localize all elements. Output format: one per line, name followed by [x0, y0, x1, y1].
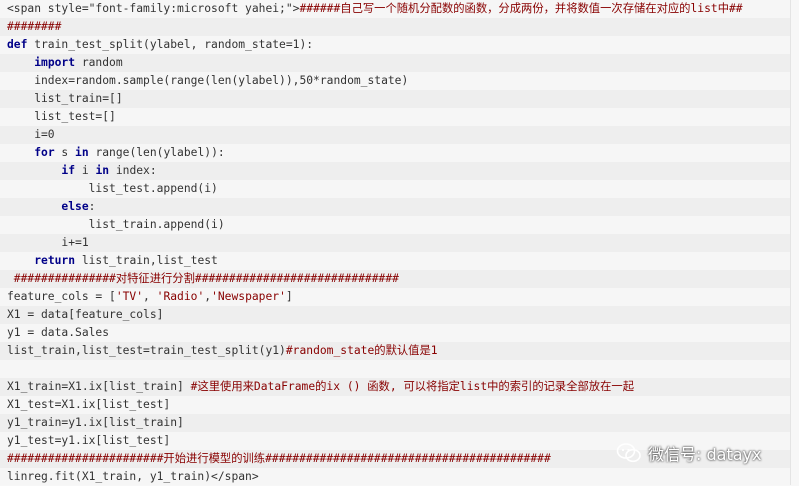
code-line: list_test.append(i) — [7, 180, 218, 198]
code-line: list_test=[] — [7, 108, 116, 126]
code-token: list_train.append(i) — [7, 218, 225, 231]
code-token: , — [143, 290, 157, 303]
code-token: list_test.append(i) — [7, 182, 218, 195]
code-token: 'Newspaper' — [211, 290, 286, 303]
code-token: import — [34, 56, 76, 69]
code-line: list_train.append(i) — [7, 216, 225, 234]
watermark: 微信号: datayx — [616, 440, 786, 466]
code-row-highlight — [0, 198, 790, 216]
code-line: y1 = data.Sales — [7, 324, 109, 342]
code-row-highlight — [0, 18, 790, 36]
code-token: in — [75, 146, 89, 159]
code-line: y1_test=y1.ix[list_test] — [7, 432, 170, 450]
code-token: return — [34, 254, 76, 267]
code-token: y1_train=y1.ix[list_train] — [7, 416, 184, 429]
code-line: index=random.sample(range(len(ylabel)),5… — [7, 72, 408, 90]
code-line: def train_test_split(ylabel, random_stat… — [7, 36, 313, 54]
code-token: if — [61, 164, 76, 177]
code-token: ] — [285, 290, 293, 303]
code-line: <span style="font-family:microsoft yahei… — [7, 0, 743, 18]
code-token: list_train=[] — [7, 92, 123, 105]
watermark-text: 微信号: datayx — [648, 445, 762, 464]
code-line: i+=1 — [7, 234, 89, 252]
code-token: 'TV' — [115, 290, 144, 303]
code-line: ######## — [7, 18, 61, 36]
code-token: random — [75, 56, 123, 69]
code-token: feature_cols = [ — [7, 290, 116, 303]
code-token: y1 = data.Sales — [7, 326, 110, 339]
code-token: index=random.sample(range(len(ylabel)),5… — [7, 74, 409, 87]
code-token: else — [61, 200, 89, 213]
code-token: ###############对特征进行分割##################… — [7, 272, 399, 285]
code-line: feature_cols = ['TV', 'Radio','Newspaper… — [7, 288, 293, 306]
code-token: linreg.fit(X1_train, y1_train)</span> — [7, 470, 259, 483]
code-row-highlight — [0, 126, 790, 144]
code-line: X1_train=X1.ix[list_train] #这里使用来DataFra… — [7, 378, 634, 396]
code-token: #这里使用来DataFrame的ix () 函数, 可以将指定list中的索引的… — [190, 380, 634, 393]
code-token: def — [7, 38, 28, 51]
code-token: for — [34, 146, 55, 159]
code-token: list_train,list_test — [75, 254, 218, 267]
code-line: if i in index: — [7, 162, 157, 180]
code-line: return list_train,list_test — [7, 252, 218, 270]
code-token: i — [75, 164, 96, 177]
code-token: ######自己写一个随机分配数的函数，分成两份，并将数值一次存储在对应的lis… — [299, 2, 743, 15]
code-line: i=0 — [7, 126, 55, 144]
code-line: linreg.fit(X1_train, y1_train)</span> — [7, 468, 259, 486]
code-token: <span style="font-family:microsoft yahei… — [7, 2, 300, 15]
code-token: list_test=[] — [7, 110, 116, 123]
code-line: #######################开始进行模型的训练########… — [7, 450, 551, 468]
code-line: X1_test=X1.ix[list_test] — [7, 396, 170, 414]
code-token: X1 = data[feature_cols] — [7, 308, 164, 321]
code-token: range(len(ylabel)): — [88, 146, 225, 159]
code-token: X1_test=X1.ix[list_test] — [7, 398, 171, 411]
code-token: 'Radio' — [156, 290, 205, 303]
code-line: list_train=[] — [7, 90, 123, 108]
code-token: list_train,list_test=train_test_split(y1… — [7, 344, 286, 357]
code-token: ######## — [7, 20, 62, 33]
code-token: X1_train=X1.ix[list_train] — [7, 380, 191, 393]
code-line: ###############对特征进行分割##################… — [7, 270, 399, 288]
code-row-highlight — [0, 234, 790, 252]
code-token: s — [54, 146, 76, 159]
code-line: for s in range(len(ylabel)): — [7, 144, 225, 162]
code-token: index: — [109, 164, 157, 177]
code-token: #random_state的默认值是1 — [285, 344, 438, 357]
code-line: else: — [7, 198, 95, 216]
code-token: train_test_split(ylabel, random_state=1)… — [27, 38, 314, 51]
code-line: list_train,list_test=train_test_split(y1… — [7, 342, 438, 360]
code-token: i+=1 — [7, 236, 89, 249]
code-line: X1 = data[feature_cols] — [7, 306, 163, 324]
code-token: #######################开始进行模型的训练########… — [7, 452, 551, 465]
code-token: in — [95, 164, 110, 177]
code-line: import random — [7, 54, 123, 72]
wechat-icon — [616, 443, 641, 463]
code-line: y1_train=y1.ix[list_train] — [7, 414, 184, 432]
code-token: y1_test=y1.ix[list_test] — [7, 434, 171, 447]
code-token: i=0 — [7, 128, 55, 141]
code-token: : — [88, 200, 96, 213]
code-block: <span style="font-family:microsoft yahei… — [0, 0, 791, 485]
